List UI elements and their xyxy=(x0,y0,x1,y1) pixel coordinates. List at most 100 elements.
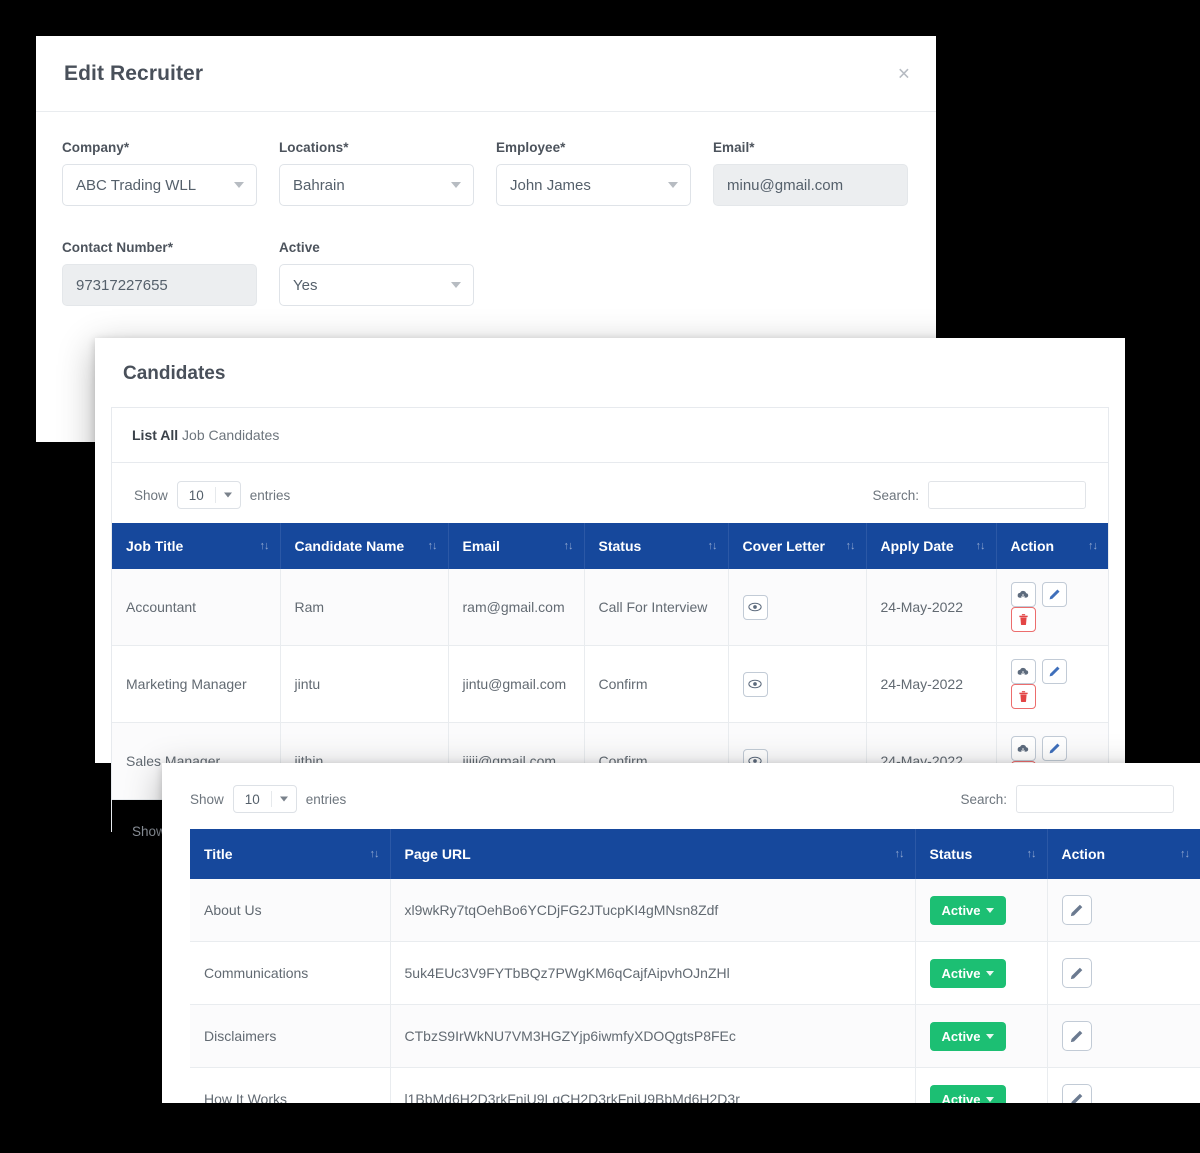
sort-icon: ↑↓ xyxy=(427,540,438,552)
field-label-locations: Locations* xyxy=(279,140,349,155)
search-label: Search: xyxy=(960,791,1007,807)
pencil-icon[interactable] xyxy=(1061,895,1092,925)
table-row: Disclaimers CTbzS9IrWkNU7VM3HGZYjp6iwmfy… xyxy=(190,1004,1200,1068)
th-cover-letter[interactable]: Cover Letter ↑↓ xyxy=(728,523,867,569)
candidates-table-controls: Show 10 entries Search: xyxy=(112,463,1108,523)
page-title: Edit Recruiter xyxy=(64,61,204,85)
cell-apply-date: 24-May-2022 xyxy=(866,645,997,723)
trash-icon[interactable] xyxy=(1010,684,1036,709)
th-title[interactable]: Title ↑↓ xyxy=(190,829,391,879)
status-badge[interactable]: Active xyxy=(929,1021,1006,1051)
search-label: Search: xyxy=(872,487,919,503)
candidates-length-control: Show 10 entries xyxy=(134,481,290,509)
field-label-employee: Employee* xyxy=(496,140,566,155)
candidates-title: Candidates xyxy=(123,363,226,384)
cell-action xyxy=(996,645,1108,723)
contact-number-value: 97317227655 xyxy=(76,276,168,294)
status-badge-label: Active xyxy=(941,965,981,981)
pages-table: Title ↑↓ Page URL ↑↓ Status ↑↓ Action ↑↓ Abo… xyxy=(190,829,1200,1103)
show-label: Show xyxy=(134,487,168,503)
pencil-icon[interactable] xyxy=(1042,736,1068,761)
cell-action xyxy=(1047,879,1200,942)
status-badge-label: Active xyxy=(941,1028,981,1044)
pencil-icon[interactable] xyxy=(1061,1084,1092,1103)
sort-icon: ↑↓ xyxy=(1088,540,1098,552)
cell-apply-date: 24-May-2022 xyxy=(866,569,997,646)
th-status[interactable]: Status ↑↓ xyxy=(915,829,1048,879)
pages-page-length-select[interactable]: 10 xyxy=(232,785,297,813)
cell-status: Call For Interview xyxy=(584,569,729,646)
table-header-row: Job Title ↑↓ Candidate Name ↑↓ Email ↑↓ Sta… xyxy=(112,523,1108,569)
cloud-download-icon[interactable] xyxy=(1010,582,1036,607)
table-row: Communications 5uk4EUc3V9FYTbBQz7PWgKM6q… xyxy=(190,941,1200,1005)
chevron-down-icon xyxy=(985,1034,994,1039)
sort-icon: ↑↓ xyxy=(259,540,270,552)
search-input[interactable] xyxy=(1016,785,1174,813)
candidates-search-control: Search: xyxy=(872,481,1086,509)
pencil-icon[interactable] xyxy=(1061,958,1092,988)
candidates-page-length-select[interactable]: 10 xyxy=(176,481,241,509)
candidates-subhead-bold: List All xyxy=(132,427,179,443)
th-label: Job Title xyxy=(126,538,184,554)
th-email[interactable]: Email ↑↓ xyxy=(448,523,585,569)
eye-icon[interactable] xyxy=(742,594,768,620)
cell-title: Communications xyxy=(190,941,391,1005)
field-contact-number: Contact Number* 97317227655 xyxy=(62,240,257,306)
company-select[interactable]: ABC Trading WLL xyxy=(62,164,257,206)
pencil-icon[interactable] xyxy=(1061,1021,1092,1051)
th-label: Apply Date xyxy=(880,538,954,554)
cell-page-url: l1BbMd6H2D3rkFnjU9LgCH2D3rkFnjU9BbMd6H2D… xyxy=(390,1067,916,1103)
cell-cover-letter xyxy=(728,569,867,646)
sort-icon: ↑↓ xyxy=(563,540,574,552)
cloud-download-icon[interactable] xyxy=(1010,736,1036,761)
search-input[interactable] xyxy=(928,481,1086,509)
th-apply-date[interactable]: Apply Date ↑↓ xyxy=(866,523,997,569)
th-label: Status xyxy=(929,846,973,862)
status-badge-label: Active xyxy=(941,902,981,918)
status-badge[interactable]: Active xyxy=(929,895,1006,925)
table-row: Accountant Ram ram@gmail.com Call For In… xyxy=(112,569,1108,646)
eye-icon[interactable] xyxy=(742,671,768,697)
status-badge[interactable]: Active xyxy=(929,1084,1006,1103)
locations-select-value: Bahrain xyxy=(293,176,345,194)
field-row-2: Contact Number* 97317227655 Active Yes xyxy=(62,240,910,306)
locations-select[interactable]: Bahrain xyxy=(279,164,474,206)
th-action[interactable]: Action ↑↓ xyxy=(1047,829,1200,879)
show-label: Show xyxy=(190,791,224,807)
trash-icon[interactable] xyxy=(1010,607,1036,632)
table-header-row: Title ↑↓ Page URL ↑↓ Status ↑↓ Action ↑↓ xyxy=(190,829,1200,879)
cell-job-title: Accountant xyxy=(112,569,281,646)
entries-label: entries xyxy=(249,487,291,503)
active-select[interactable]: Yes xyxy=(279,264,474,306)
cell-title: Disclaimers xyxy=(190,1004,391,1068)
candidates-table-head: Job Title ↑↓ Candidate Name ↑↓ Email ↑↓ Sta… xyxy=(112,523,1108,569)
th-action[interactable]: Action ↑↓ xyxy=(996,523,1108,569)
pages-table-head: Title ↑↓ Page URL ↑↓ Status ↑↓ Action ↑↓ xyxy=(190,829,1200,879)
sort-icon: ↑↓ xyxy=(1180,848,1190,860)
table-row: About Us xl9wkRy7tqOehBo6YCDjFG2JTucpKI4… xyxy=(190,879,1200,942)
close-icon[interactable]: × xyxy=(898,63,910,84)
field-company: Company* ABC Trading WLL xyxy=(62,140,257,206)
field-row-1: Company* ABC Trading WLL Locations* Bahr… xyxy=(62,140,910,206)
th-job-title[interactable]: Job Title ↑↓ xyxy=(112,523,281,569)
field-locations: Locations* Bahrain xyxy=(279,140,474,206)
cell-status: Active xyxy=(915,879,1048,942)
pages-length-control: Show 10 entries xyxy=(190,785,346,813)
th-page-url[interactable]: Page URL ↑↓ xyxy=(390,829,916,879)
th-candidate-name[interactable]: Candidate Name ↑↓ xyxy=(280,523,449,569)
status-badge[interactable]: Active xyxy=(929,958,1006,988)
pencil-icon[interactable] xyxy=(1042,582,1068,607)
pencil-icon[interactable] xyxy=(1042,659,1068,684)
employee-select[interactable]: John James xyxy=(496,164,691,206)
candidates-panel: Candidates List All Job Candidates Show … xyxy=(95,338,1125,846)
email-field[interactable]: minu@gmail.com xyxy=(713,164,908,206)
th-status[interactable]: Status ↑↓ xyxy=(584,523,729,569)
modal-header: Edit Recruiter × xyxy=(36,36,936,112)
cell-status: Active xyxy=(915,1004,1048,1068)
contact-number-field[interactable]: 97317227655 xyxy=(62,264,257,306)
sort-icon: ↑↓ xyxy=(707,540,718,552)
modal-body: Company* ABC Trading WLL Locations* Bahr… xyxy=(36,112,936,306)
cloud-download-icon[interactable] xyxy=(1010,659,1036,684)
field-label-contact-number: Contact Number* xyxy=(62,240,174,255)
email-field-value: minu@gmail.com xyxy=(727,176,844,194)
